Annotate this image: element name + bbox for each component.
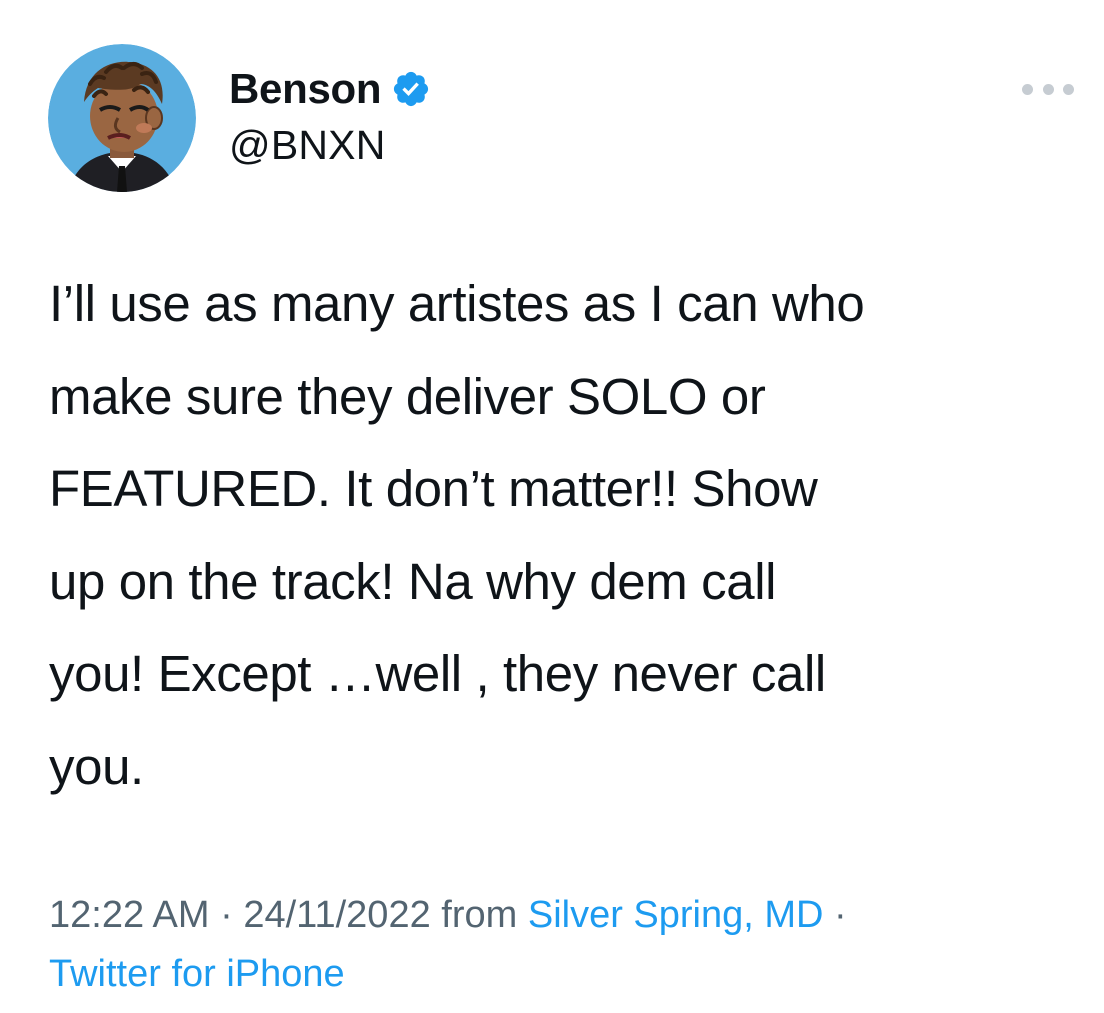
display-name[interactable]: Benson: [229, 65, 382, 113]
handle[interactable]: @BNXN: [229, 122, 386, 169]
location-link[interactable]: Silver Spring, MD: [528, 894, 824, 936]
avatar[interactable]: [48, 44, 196, 192]
meta-separator: ·: [823, 894, 847, 936]
tweet-metadata: 12:22 AM · 24/11/2022 from Silver Spring…: [49, 886, 1079, 1004]
cartoon-avatar-icon: [48, 44, 196, 192]
more-dots-icon: [1063, 83, 1074, 95]
from-label: from: [430, 894, 528, 936]
verified-badge-icon: [394, 71, 429, 107]
more-options-button[interactable]: [1022, 76, 1074, 102]
tweet-text: I’ll use as many artistes as I can who m…: [49, 275, 865, 795]
author-name-row[interactable]: Benson: [229, 64, 431, 114]
more-dots-icon: [1022, 83, 1033, 95]
more-dots-icon: [1042, 83, 1054, 95]
tweet-date[interactable]: 24/11/2022: [243, 894, 430, 936]
tweet-time[interactable]: 12:22 AM: [49, 894, 210, 936]
source-link[interactable]: Twitter for iPhone: [49, 953, 345, 995]
meta-separator: ·: [209, 894, 244, 936]
